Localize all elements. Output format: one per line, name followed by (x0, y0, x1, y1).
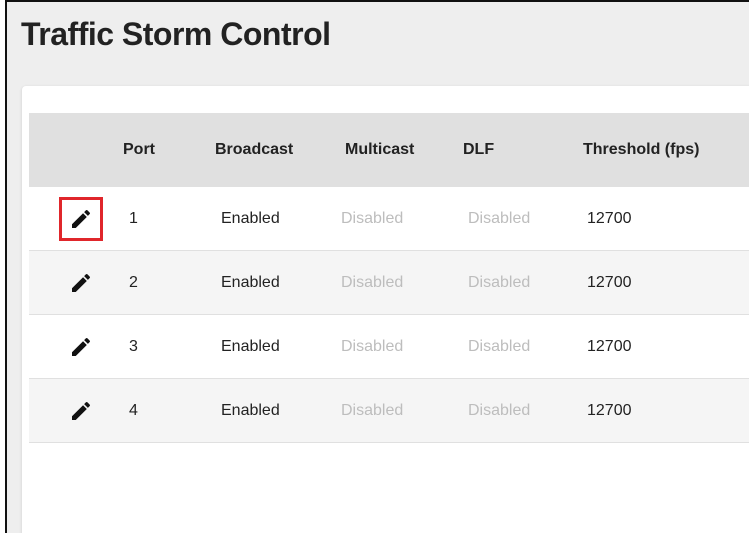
column-header-threshold[interactable]: Threshold (fps) (583, 113, 699, 187)
edit-cell (53, 187, 109, 250)
column-header-broadcast[interactable]: Broadcast (215, 113, 293, 187)
pencil-icon (72, 401, 91, 420)
pencil-icon (72, 209, 91, 228)
table-row: 4 Enabled Disabled Disabled 12700 (29, 379, 749, 443)
threshold-cell: 12700 (587, 337, 632, 355)
edit-cell (53, 251, 109, 314)
multicast-cell: Disabled (341, 273, 404, 291)
column-header-dlf[interactable]: DLF (463, 113, 494, 187)
table-row: 3 Enabled Disabled Disabled 12700 (29, 315, 749, 379)
edit-cell (53, 315, 109, 378)
broadcast-cell: Enabled (221, 273, 280, 291)
broadcast-cell: Enabled (221, 209, 280, 227)
dlf-cell: Disabled (468, 337, 531, 355)
multicast-cell: Disabled (341, 209, 404, 227)
multicast-cell: Disabled (341, 401, 404, 419)
edit-cell (53, 379, 109, 442)
port-cell: 1 (129, 209, 138, 227)
edit-button[interactable] (59, 325, 103, 369)
pencil-icon (72, 337, 91, 356)
multicast-cell: Disabled (341, 337, 404, 355)
table-row: 2 Enabled Disabled Disabled 12700 (29, 251, 749, 315)
edit-button[interactable] (59, 389, 103, 433)
storm-control-table: Port Broadcast Multicast DLF Threshold (… (29, 113, 749, 443)
table-header-row: Port Broadcast Multicast DLF Threshold (… (29, 113, 749, 187)
table-row: 1 Enabled Disabled Disabled 12700 (29, 187, 749, 251)
column-header-multicast[interactable]: Multicast (345, 113, 414, 187)
port-cell: 3 (129, 337, 138, 355)
port-cell: 2 (129, 273, 138, 291)
column-header-port[interactable]: Port (123, 113, 155, 187)
column-header-actions (53, 113, 109, 187)
dlf-cell: Disabled (468, 273, 531, 291)
threshold-cell: 12700 (587, 209, 632, 227)
dlf-cell: Disabled (468, 401, 531, 419)
page-title: Traffic Storm Control (21, 16, 331, 52)
threshold-cell: 12700 (587, 273, 632, 291)
threshold-cell: 12700 (587, 401, 632, 419)
app-frame: Traffic Storm Control Port Broadcast Mul… (5, 0, 749, 533)
broadcast-cell: Enabled (221, 401, 280, 419)
broadcast-cell: Enabled (221, 337, 280, 355)
edit-button[interactable] (59, 196, 103, 241)
port-cell: 4 (129, 401, 138, 419)
edit-button[interactable] (59, 261, 103, 305)
dlf-cell: Disabled (468, 209, 531, 227)
pencil-icon (72, 273, 91, 292)
